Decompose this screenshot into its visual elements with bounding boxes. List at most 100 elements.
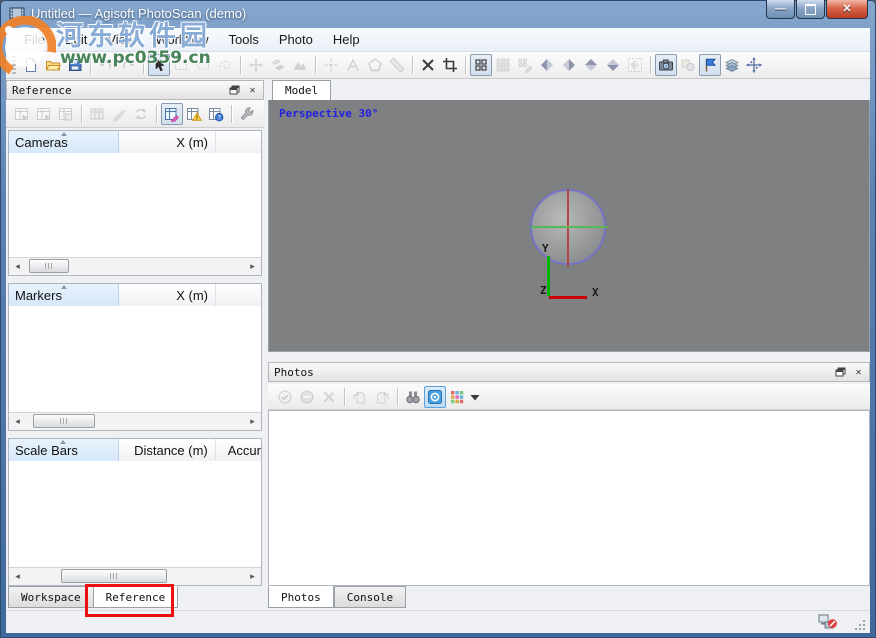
close-panel-icon[interactable]: ✕	[245, 83, 260, 97]
toolbar-separator	[465, 56, 466, 74]
menu-item-edit[interactable]: Edit	[55, 29, 97, 50]
view-estimated-button[interactable]	[161, 103, 183, 125]
markers-x-column-header[interactable]: X (m)	[119, 284, 216, 306]
scrollbar-thumb[interactable]	[61, 569, 167, 583]
scroll-left-icon[interactable]: ◂	[9, 413, 26, 429]
tetra-left-button[interactable]	[536, 54, 558, 76]
reference-panel: Reference ✕ ? Cameras X (m) ◂ ▸	[6, 80, 264, 610]
find-photos-icon	[405, 389, 421, 405]
angle-tool-icon	[345, 57, 361, 73]
float-panel-icon[interactable]	[833, 365, 848, 379]
menu-item-workflow[interactable]: Workflow	[145, 29, 218, 50]
crop-region-button[interactable]	[439, 54, 461, 76]
photos-panel-titlebar[interactable]: Photos ✕	[268, 362, 870, 382]
save-button[interactable]	[64, 54, 86, 76]
thumbnail-size-button[interactable]	[446, 386, 468, 408]
cameras-extra-column-header[interactable]	[216, 131, 261, 153]
select-arrow-button[interactable]	[148, 54, 170, 76]
tetra-down-button[interactable]	[602, 54, 624, 76]
scalebars-distance-column-header[interactable]: Distance (m)	[119, 439, 216, 461]
scrollbar-thumb[interactable]	[33, 414, 95, 428]
window-title: Untitled — Agisoft PhotoScan (demo)	[31, 6, 246, 21]
reference-panel-titlebar[interactable]: Reference ✕	[6, 80, 264, 100]
move-object-icon	[248, 57, 264, 73]
navigation-cross-button[interactable]	[743, 54, 765, 76]
settings-wrench-button[interactable]	[236, 103, 258, 125]
tab-model[interactable]: Model	[272, 80, 331, 100]
markers-extra-column-header[interactable]	[216, 284, 261, 306]
scalebars-column-header[interactable]: Scale Bars	[9, 439, 119, 461]
thumbnail-size-icon	[449, 389, 465, 405]
grid-3x3-icon	[495, 57, 511, 73]
find-photos-button[interactable]	[402, 386, 424, 408]
optimize-cameras-icon	[89, 106, 105, 122]
scale-object-button	[289, 54, 311, 76]
rect-select-icon	[173, 57, 189, 73]
menu-item-photo[interactable]: Photo	[269, 29, 323, 50]
rotate-cw-button	[349, 386, 371, 408]
view-variance-icon: ?	[208, 106, 224, 122]
grid-edit-button	[514, 54, 536, 76]
close-panel-icon[interactable]: ✕	[851, 365, 866, 379]
float-panel-icon[interactable]	[227, 83, 242, 97]
menu-item-view[interactable]: View	[97, 29, 145, 50]
markers-hscrollbar[interactable]: ◂ ▸	[9, 412, 261, 430]
scalebars-accuracy-column-header[interactable]: Accur	[216, 439, 261, 461]
adjust-marker-button	[108, 103, 130, 125]
scrollbar-thumb[interactable]	[29, 259, 69, 273]
cameras-x-column-header[interactable]: X (m)	[119, 131, 216, 153]
reference-toolbar: ?	[6, 100, 264, 128]
move-object-button	[245, 54, 267, 76]
show-flags-button[interactable]	[699, 54, 721, 76]
photos-list-area[interactable]	[268, 410, 870, 586]
scroll-left-icon[interactable]: ◂	[9, 568, 26, 584]
scroll-left-icon[interactable]: ◂	[9, 258, 26, 274]
show-layers-button[interactable]	[721, 54, 743, 76]
delete-item-button[interactable]	[417, 54, 439, 76]
scroll-right-icon[interactable]: ▸	[244, 413, 261, 429]
restore-button[interactable]	[796, 0, 825, 19]
title-bar[interactable]: Untitled — Agisoft PhotoScan (demo) — ✕	[0, 0, 876, 28]
tab-workspace[interactable]: Workspace	[8, 586, 94, 608]
point-tool-icon	[323, 57, 339, 73]
resize-grip[interactable]	[854, 618, 866, 630]
thumbnail-dropdown-button[interactable]	[468, 386, 481, 408]
cameras-table-body[interactable]	[9, 153, 261, 258]
gizmo-x-label: X	[592, 286, 599, 299]
scalebars-table-body[interactable]	[9, 461, 261, 568]
undo-button	[95, 54, 117, 76]
toolbar-separator	[315, 56, 316, 74]
view-variance-button[interactable]: ?	[205, 103, 227, 125]
tab-photos[interactable]: Photos	[268, 586, 334, 608]
grid-2x2-button[interactable]	[470, 54, 492, 76]
menu-item-help[interactable]: Help	[323, 29, 370, 50]
toolbar-grip[interactable]	[12, 56, 16, 74]
open-folder-button[interactable]	[42, 54, 64, 76]
scroll-right-icon[interactable]: ▸	[244, 568, 261, 584]
minimize-button[interactable]: —	[766, 0, 795, 19]
import-reference-icon	[14, 106, 30, 122]
gizmo-x-axis	[549, 296, 587, 299]
scroll-right-icon[interactable]: ▸	[244, 258, 261, 274]
view-errors-button[interactable]	[183, 103, 205, 125]
menu-item-tools[interactable]: Tools	[219, 29, 269, 50]
markers-table-body[interactable]	[9, 306, 261, 413]
import-reference-button	[11, 103, 33, 125]
tetra-up-button[interactable]	[580, 54, 602, 76]
cameras-hscrollbar[interactable]: ◂ ▸	[9, 257, 261, 275]
markers-column-header[interactable]: Markers	[9, 284, 119, 306]
new-document-button[interactable]	[20, 54, 42, 76]
sphere-axis-horizontal	[531, 226, 607, 228]
preview-mode-button[interactable]	[424, 386, 446, 408]
scalebars-hscrollbar[interactable]: ◂ ▸	[9, 567, 261, 585]
scalebars-table: Scale Bars Distance (m) Accur ◂ ▸	[8, 438, 262, 586]
close-button[interactable]: ✕	[826, 0, 868, 19]
model-viewport[interactable]: Perspective 30° Y Z X	[268, 100, 870, 352]
tab-console[interactable]: Console	[334, 586, 406, 608]
cameras-column-header[interactable]: Cameras	[9, 131, 119, 153]
tetra-right-button[interactable]	[558, 54, 580, 76]
toolbar-separator	[397, 388, 398, 406]
show-cameras-button[interactable]	[655, 54, 677, 76]
polygon-tool-icon	[367, 57, 383, 73]
menu-item-file[interactable]: File	[14, 29, 55, 50]
